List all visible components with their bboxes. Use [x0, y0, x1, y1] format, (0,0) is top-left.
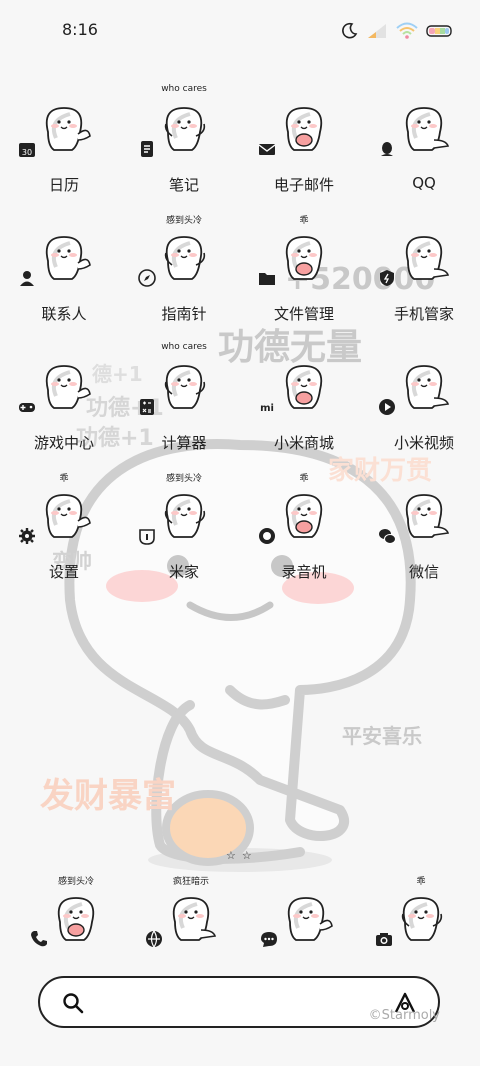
calculator-icon [140, 399, 154, 415]
svg-text:30: 30 [22, 148, 32, 157]
sticker-caption: 乖 [416, 877, 426, 887]
app-label: 小米商城 [273, 434, 334, 452]
app-play[interactable]: 小米视频 [364, 354, 480, 464]
app-label: 微信 [408, 563, 439, 581]
mi-icon: mi [260, 403, 274, 414]
wallpaper-text: 平安喜乐 [342, 724, 422, 748]
sticker-icon[interactable]: 乖 [376, 877, 451, 946]
sticker-icon[interactable]: 感到头冷 [138, 216, 214, 287]
app-mi[interactable]: mi 小米商城 [244, 354, 364, 464]
sticker-icon[interactable] [379, 354, 454, 415]
app-label: 游戏中心 [33, 434, 94, 452]
app-wechat[interactable]: 微信 [364, 483, 480, 593]
sticker-icon[interactable] [261, 886, 336, 947]
sticker-icon[interactable]: 乖 [259, 474, 334, 544]
app-label: 计算器 [161, 434, 207, 452]
app-label: 米家 [168, 563, 199, 581]
contacts-icon [20, 271, 34, 286]
app-label: 指南针 [161, 305, 207, 323]
app-label: 文件管理 [273, 305, 334, 323]
notes-icon [141, 141, 153, 157]
app-label: 设置 [48, 563, 79, 581]
qq-icon [381, 142, 393, 156]
app-label: 手机管家 [393, 305, 454, 323]
app-record[interactable]: 乖录音机 [244, 474, 364, 593]
page-indicator[interactable]: ☆☆ [226, 849, 258, 862]
phone-icon [31, 931, 47, 947]
app-label: 小米视频 [393, 434, 454, 452]
sticker-caption: 感到头冷 [165, 216, 202, 226]
app-shield[interactable]: 手机管家 [364, 225, 480, 335]
app-qq[interactable]: QQ [364, 96, 480, 206]
app-mijia[interactable]: 感到头冷 米家 [124, 474, 244, 593]
sticker-caption: who cares [161, 84, 207, 94]
sticker-icon[interactable]: 感到头冷 [31, 877, 106, 947]
browser-icon [146, 930, 162, 948]
sticker-caption: 乖 [299, 474, 309, 484]
sticker-caption: 疯狂暗示 [172, 877, 209, 887]
sticker-icon[interactable] [381, 96, 454, 156]
app-gamepad[interactable]: 游戏中心 [4, 354, 124, 464]
sticker-icon[interactable]: mi [260, 354, 334, 414]
app-label: 电子邮件 [273, 176, 334, 194]
sticker-icon[interactable]: 乖 [259, 216, 334, 285]
sticker-icon[interactable] [258, 96, 334, 156]
app-compass[interactable]: 感到头冷 指南针 [124, 216, 244, 335]
app-label: 录音机 [281, 563, 327, 581]
sticker-caption: 乖 [59, 474, 69, 484]
app-label: 笔记 [168, 176, 199, 194]
play-icon [379, 399, 395, 415]
calendar-icon: 30 [19, 143, 35, 157]
sticker-icon[interactable]: 感到头冷 [139, 474, 214, 545]
sticker-caption: 感到头冷 [165, 474, 202, 484]
sticker-icon[interactable] [379, 483, 454, 544]
app-label: 日历 [48, 176, 79, 194]
app-label: 联系人 [41, 305, 87, 323]
dock: 感到头冷 疯狂暗示 乖 [0, 877, 480, 950]
app-contacts[interactable]: 联系人 [4, 225, 124, 335]
app-mail[interactable]: 电子邮件 [244, 96, 364, 206]
sticker-icon[interactable] [19, 354, 94, 414]
camera-icon [376, 933, 392, 946]
app-gear[interactable]: 乖设置 [4, 474, 124, 593]
shield-icon [380, 270, 394, 286]
watermark-credit: ©Starmoly [368, 1008, 440, 1023]
sticker-icon[interactable]: who cares [141, 84, 214, 157]
sticker-icon[interactable]: 乖 [19, 474, 94, 544]
svg-text:mi: mi [260, 403, 274, 414]
sticker-icon[interactable] [20, 225, 94, 286]
compass-icon [138, 269, 156, 287]
wallpaper-text: 发财暴富 [40, 776, 176, 816]
sticker-icon[interactable] [380, 225, 454, 286]
sticker-caption: who cares [161, 342, 207, 352]
mail-icon [258, 144, 276, 155]
sticker-icon[interactable]: 疯狂暗示 [146, 877, 221, 948]
app-calendar[interactable]: 30 日历 [4, 96, 124, 206]
search-icon[interactable] [62, 992, 84, 1014]
sticker-icon[interactable]: 30 [19, 96, 94, 157]
app-notes[interactable]: who cares 笔记 [124, 84, 244, 206]
record-icon [259, 528, 275, 544]
gamepad-icon [19, 403, 35, 412]
sticker-icon[interactable]: who cares [140, 342, 214, 415]
folder-icon [259, 273, 275, 285]
sticker-caption: 乖 [299, 216, 309, 226]
app-label: QQ [412, 174, 436, 192]
app-folder[interactable]: 乖文件管理 [244, 216, 364, 335]
wechat-icon [379, 529, 396, 544]
app-calculator[interactable]: who cares 计算器 [124, 342, 244, 464]
gear-icon [19, 528, 35, 544]
mijia-icon [139, 529, 155, 545]
sticker-caption: 感到头冷 [57, 877, 94, 887]
messages-icon [261, 932, 277, 947]
